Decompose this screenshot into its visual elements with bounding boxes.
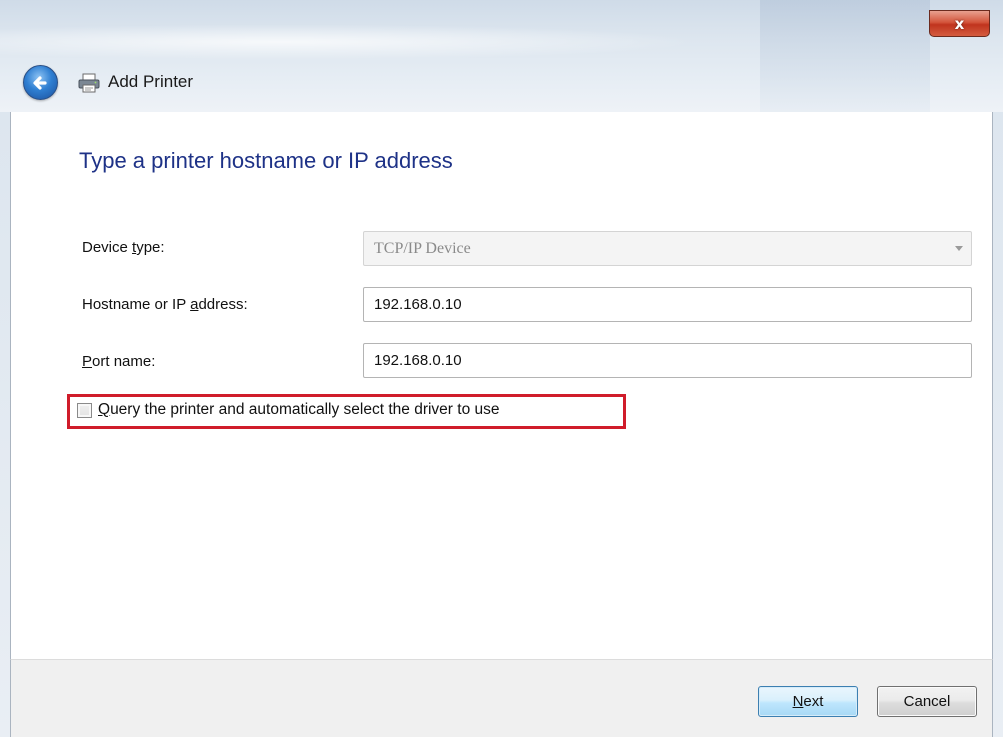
cancel-button[interactable]: Cancel bbox=[877, 686, 977, 717]
port-name-label: Port name: bbox=[82, 353, 155, 370]
hostname-input[interactable] bbox=[363, 287, 972, 322]
device-type-label-rest: ype: bbox=[136, 239, 165, 256]
port-name-label-accel: P bbox=[82, 353, 93, 370]
back-button[interactable] bbox=[23, 65, 58, 100]
port-name-input[interactable] bbox=[363, 343, 972, 378]
hostname-label: Hostname or IP address: bbox=[82, 296, 248, 313]
window-frame-left bbox=[0, 112, 10, 737]
next-button-accel: N bbox=[792, 693, 804, 710]
wizard-footer: Next Cancel bbox=[10, 659, 993, 737]
query-printer-label-rest: uery the printer and automatically selec… bbox=[110, 401, 500, 418]
window-frame-right bbox=[993, 112, 1003, 737]
port-name-label-rest: ort name: bbox=[92, 353, 156, 370]
chevron-down-icon bbox=[955, 246, 963, 251]
device-type-label-text: Device bbox=[82, 239, 133, 256]
query-printer-checkbox[interactable] bbox=[77, 402, 92, 418]
wizard-content: Type a printer hostname or IP address De… bbox=[10, 112, 993, 659]
back-arrow-icon bbox=[33, 76, 47, 90]
title-bar-glass bbox=[0, 24, 700, 60]
add-printer-window: x Add Printer Type a printer hostname or… bbox=[0, 0, 1003, 737]
query-printer-label[interactable]: Query the printer and automatically sele… bbox=[98, 401, 500, 419]
next-button[interactable]: Next bbox=[758, 686, 858, 717]
page-title: Type a printer hostname or IP address bbox=[79, 148, 453, 173]
device-type-label: Device type: bbox=[82, 239, 165, 256]
query-printer-label-accel: Q bbox=[98, 401, 111, 418]
title-bar-glass-right bbox=[760, 0, 930, 112]
close-icon: x bbox=[954, 14, 965, 33]
printer-icon bbox=[78, 73, 100, 93]
close-button[interactable]: x bbox=[929, 10, 990, 37]
device-type-select[interactable]: TCP/IP Device bbox=[363, 231, 972, 266]
title-bar: x Add Printer bbox=[0, 0, 1003, 112]
device-type-value: TCP/IP Device bbox=[374, 240, 471, 257]
hostname-label-text: Hostname or IP bbox=[82, 296, 191, 313]
next-button-label: ext bbox=[803, 693, 824, 710]
hostname-label-rest: ddress: bbox=[198, 296, 248, 313]
query-printer-option[interactable]: Query the printer and automatically sele… bbox=[77, 401, 500, 419]
window-title: Add Printer bbox=[108, 72, 194, 91]
